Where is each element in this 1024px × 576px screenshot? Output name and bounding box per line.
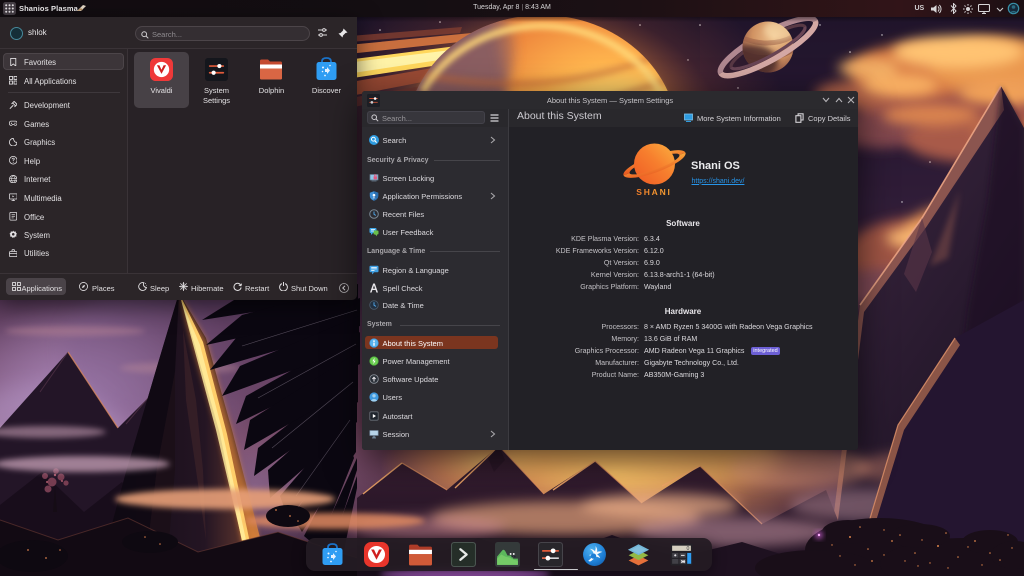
svg-text:0: 0 [687,546,690,552]
